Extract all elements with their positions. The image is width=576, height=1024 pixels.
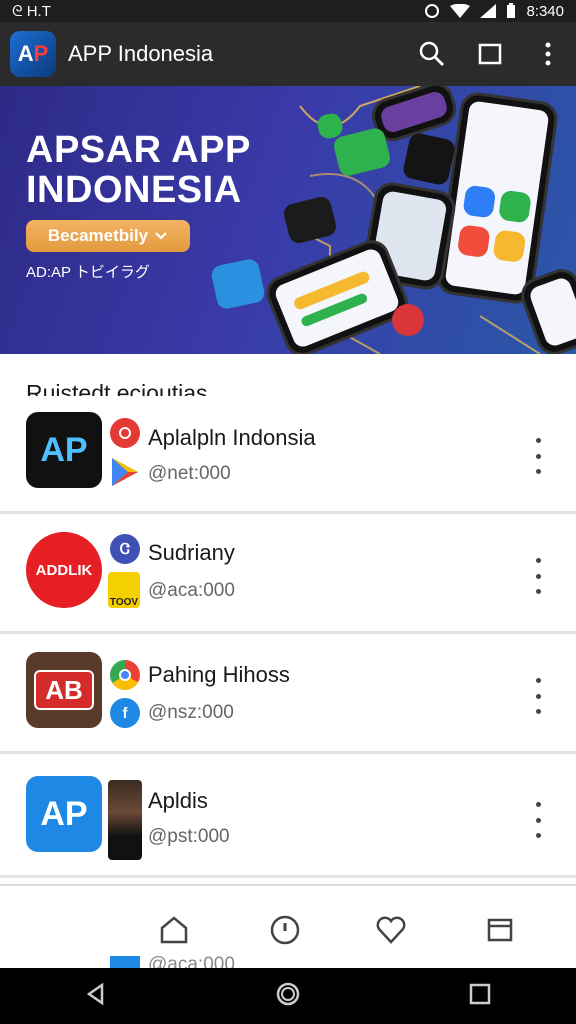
play-store-icon [112,458,138,486]
qr-badge: TOOV [108,572,140,608]
app-title: APP Indonesia [68,41,214,66]
recents-button[interactable] [468,982,492,1011]
keyboard-badge [110,956,140,968]
window-button[interactable] [476,40,504,68]
app-badge: Ꮳ [110,534,140,564]
library-icon [487,918,513,942]
nav-library[interactable] [484,914,516,946]
list-item[interactable]: AB f Pahing Hihoss @nsz:000 [0,636,576,754]
app-logo[interactable]: AP [10,31,56,77]
status-bar: ᘓ H.T 8:340 [0,0,576,22]
square-icon [478,43,502,65]
chevron-down-icon [155,232,167,240]
banner-title-line1: APSAR APP [26,129,251,171]
nav-explore[interactable] [269,914,301,946]
record-icon [110,418,140,448]
bottom-navigation [0,884,576,968]
more-options-button[interactable] [528,558,548,594]
app-meta: @net:000 [148,463,231,484]
app-icon-text: ADDLIK [35,561,93,579]
overflow-menu-button[interactable] [534,40,562,68]
home-icon [160,916,188,944]
banner-subtitle: AD:AP トビイラグ [26,264,150,281]
app-tile-dark-2 [401,131,457,187]
app-meta: @nsz:000 [148,702,234,723]
more-options-button[interactable] [528,678,548,714]
more-vert-icon [545,42,551,66]
app-bar: AP APP Indonesia [0,22,576,86]
chrome-icon [110,660,140,690]
banner-cta-button[interactable]: Becametbily [26,220,190,252]
list-item[interactable]: AP Aplalpln Indonsia @net:000 [0,396,576,514]
home-circle-icon [276,982,300,1005]
signal-icon [425,4,440,18]
compass-icon [270,915,300,945]
app-icon: AP [26,776,102,852]
system-navigation-bar [0,968,576,1024]
app-tile-red-circle [392,304,424,336]
search-button[interactable] [418,40,446,68]
app-logo-a: A [17,41,34,66]
app-icon-text: AP [40,430,88,469]
app-meta: @pst:000 [148,826,230,847]
app-name: Aplalpln Indonsia [148,425,316,450]
search-icon [419,41,444,66]
more-options-button[interactable] [528,802,548,838]
status-left-text: ᘓ H.T [12,2,51,20]
back-button[interactable] [84,982,108,1011]
heart-icon [376,916,406,944]
app-icon: ADDLIK [26,532,102,608]
app-icon: AP [26,412,102,488]
nav-home[interactable] [158,914,190,946]
list-item[interactable]: AP Apldis @pst:000 [0,760,576,878]
status-time: 8:340 [526,2,564,20]
app-icon-text: AP [40,794,88,833]
banner-title-line2: INDONESIA [26,169,242,211]
app-name: Sudriany [148,540,235,565]
app-name: Apldis [148,788,208,813]
app-icon: AB [26,652,102,728]
qr-badge-text: TOOV [109,597,139,608]
home-system-button[interactable] [275,981,301,1012]
more-options-button[interactable] [528,438,548,474]
wifi-icon [450,4,471,18]
cell-signal-icon [480,4,497,18]
app-icon-text: AB [45,674,83,705]
back-icon [86,982,103,1005]
app-meta: @aca:000 [148,580,235,601]
facebook-icon: f [110,698,140,728]
nav-favorites[interactable] [375,914,407,946]
banner-cta-label: Becametbily [47,226,149,245]
avatar [108,780,142,860]
battery-icon [507,3,516,18]
app-name: Pahing Hihoss [148,662,290,687]
list-item[interactable]: ADDLIK Ꮳ TOOV Sudriany @aca:000 [0,516,576,634]
recents-icon [470,983,491,1004]
promo-banner[interactable]: APSAR APP INDONESIA Becametbily AD:AP トビ… [0,86,576,354]
app-logo-p: P [33,41,49,66]
banner-title: APSAR APP INDONESIA [26,130,251,210]
